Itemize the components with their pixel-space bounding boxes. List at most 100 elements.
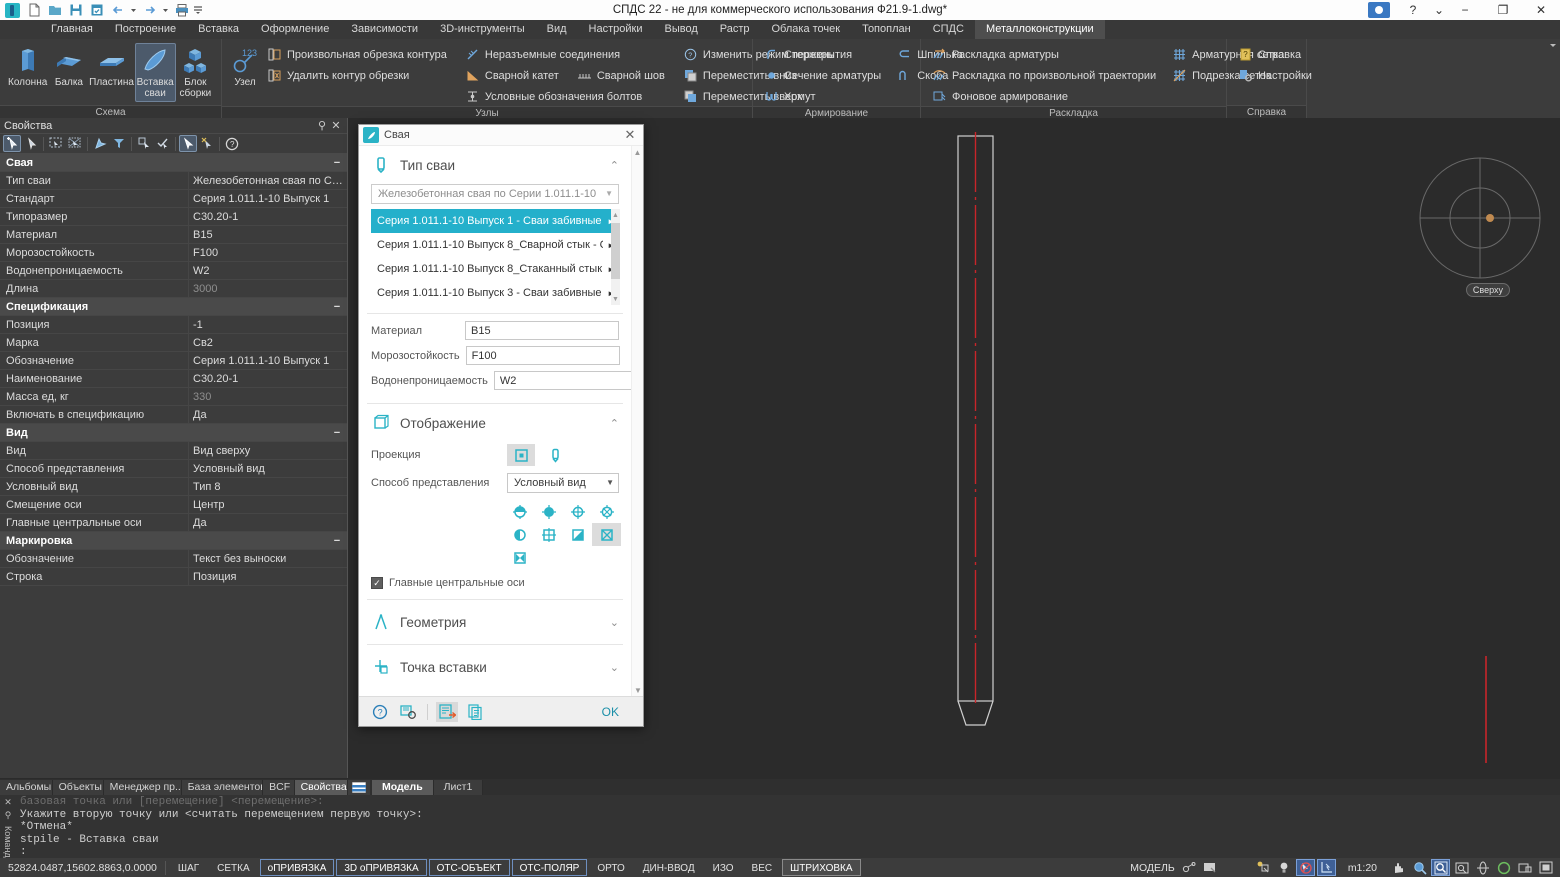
select-pointer-icon[interactable]	[179, 135, 197, 152]
property-group-header[interactable]: Маркировка−	[0, 532, 347, 550]
zoom-extents-icon[interactable]	[1452, 859, 1471, 876]
dialog-settings-icon[interactable]	[397, 702, 419, 722]
property-row[interactable]: ТипоразмерС30.20-1	[0, 208, 347, 226]
view-type-7-icon[interactable]	[563, 523, 592, 546]
view-type-3-icon[interactable]	[563, 500, 592, 523]
view-type-6-icon[interactable]	[534, 523, 563, 546]
print-icon[interactable]	[172, 1, 191, 19]
workspace-icon[interactable]	[1180, 859, 1199, 876]
ribbon-tab-3[interactable]: Оформление	[250, 20, 340, 39]
frost-resistance-input[interactable]	[466, 346, 620, 365]
ribbon-button-help[interactable]: ? Справка	[1233, 45, 1317, 64]
water-resistance-input[interactable]	[494, 371, 631, 390]
zoom-window-icon[interactable]	[1431, 859, 1450, 876]
minimize-button[interactable]: −	[1446, 0, 1484, 20]
scroll-up-icon[interactable]: ▲	[611, 209, 620, 221]
chevron-up-icon[interactable]: ⌃	[610, 159, 619, 172]
ribbon-button-plate[interactable]: Пластина	[89, 43, 135, 91]
status-toggle-6[interactable]: ОРТО	[589, 859, 632, 876]
ribbon-tab-2[interactable]: Вставка	[187, 20, 250, 39]
property-row[interactable]: Тип сваиЖелезобетонная свая по Серии 1..…	[0, 172, 347, 190]
select-checked-icon[interactable]	[154, 135, 172, 152]
select-add-icon[interactable]	[3, 135, 21, 152]
collapse-icon[interactable]: −	[327, 427, 347, 439]
lock-ui-icon[interactable]	[1515, 859, 1534, 876]
property-value[interactable]: Условный вид	[188, 460, 347, 478]
maximize-button[interactable]: ❐	[1484, 0, 1522, 20]
property-row[interactable]: МорозостойкостьF100	[0, 244, 347, 262]
ribbon-button-rebar[interactable]: Стержень	[759, 45, 886, 64]
property-row[interactable]: ОбозначениеСерия 1.011.1-10 Выпуск 1	[0, 352, 347, 370]
deselect-icon[interactable]	[198, 135, 216, 152]
property-value[interactable]: Да	[188, 514, 347, 532]
status-toggle-3[interactable]: 3D оПРИВЯЗКА	[336, 859, 426, 876]
projection-top-icon[interactable]	[507, 444, 535, 466]
select-similar-icon[interactable]	[135, 135, 153, 152]
pile-type-combo[interactable]: Железобетонная свая по Серии 1.011.1-10 …	[371, 184, 619, 204]
dialog-scrollbar[interactable]: ▲ ▼	[631, 146, 643, 696]
fullscreen-icon[interactable]	[1536, 859, 1555, 876]
close-icon[interactable]: ✕	[4, 797, 12, 808]
dock-tab-2[interactable]: Менеджер пр...	[104, 780, 182, 795]
property-row[interactable]: СтандартСерия 1.011.1-10 Выпуск 1	[0, 190, 347, 208]
property-value[interactable]: Тип 8	[188, 478, 347, 496]
layout-icon[interactable]	[348, 780, 370, 795]
property-row[interactable]: ВодонепроницаемостьW2	[0, 262, 347, 280]
property-group-header[interactable]: Спецификация−	[0, 298, 347, 316]
ribbon-button-bolt-symbols[interactable]: Условные обозначения болтов	[460, 87, 670, 106]
property-group-header[interactable]: Вид−	[0, 424, 347, 442]
account-icon[interactable]	[1368, 2, 1390, 18]
dock-tab-5[interactable]: Свойства	[295, 780, 348, 795]
select-arrow-icon[interactable]	[22, 135, 40, 152]
zoom-icon[interactable]	[1410, 859, 1429, 876]
ribbon-button-background-reinforcement[interactable]: Фоновое армирование	[927, 87, 1161, 106]
property-value[interactable]: B15	[188, 226, 347, 244]
dialog-section-geometry[interactable]: Геометрия ⌄	[359, 600, 631, 644]
scroll-up-icon[interactable]: ▲	[632, 146, 643, 158]
ribbon-tab-6[interactable]: Вид	[536, 20, 578, 39]
ribbon-tab-12[interactable]: СПДС	[922, 20, 975, 39]
dock-tab-3[interactable]: База элементов	[182, 780, 264, 795]
copy-icon[interactable]	[464, 702, 486, 722]
ribbon-tab-0[interactable]: Главная	[40, 20, 104, 39]
tab-model[interactable]: Модель	[372, 780, 434, 795]
view-type-9-icon[interactable]	[505, 546, 534, 569]
ribbon-tab-7[interactable]: Настройки	[578, 20, 654, 39]
property-value[interactable]: 3000	[188, 280, 347, 298]
property-row[interactable]: Позиция-1	[0, 316, 347, 334]
pin-icon[interactable]: ⚲	[315, 119, 329, 132]
property-row[interactable]: Главные центральные осиДа	[0, 514, 347, 532]
view-type-1-icon[interactable]	[505, 500, 534, 523]
projection-front-icon[interactable]	[541, 444, 569, 466]
save-icon[interactable]	[66, 1, 85, 19]
property-value[interactable]: Серия 1.011.1-10 Выпуск 1	[188, 352, 347, 370]
property-value[interactable]: С30.20-1	[188, 370, 347, 388]
view-type-8-icon[interactable]	[592, 523, 621, 546]
redo-icon[interactable]	[140, 1, 159, 19]
cursor-restrict-icon[interactable]	[1296, 859, 1315, 876]
orbit-icon[interactable]	[1473, 859, 1492, 876]
quick-select-icon[interactable]	[91, 135, 109, 152]
pile-type-list-item-2[interactable]: Серия 1.011.1-10 Выпуск 8_Стаканный стык…	[371, 257, 619, 281]
ok-button[interactable]: OK	[588, 705, 633, 719]
open-folder-icon[interactable]	[45, 1, 64, 19]
property-value[interactable]: Позиция	[188, 568, 347, 586]
property-group-header[interactable]: Свая−	[0, 154, 347, 172]
ribbon-tab-13[interactable]: Металлоконструкции	[975, 20, 1105, 39]
ribbon-button-weld-leg[interactable]: Сварной катет	[460, 66, 564, 85]
help-icon[interactable]: ?	[223, 135, 241, 152]
checkbox-icon[interactable]: ✓	[371, 577, 383, 589]
property-value[interactable]: Св2	[188, 334, 347, 352]
property-value[interactable]: -1	[188, 316, 347, 334]
collapse-icon[interactable]: −	[327, 157, 347, 169]
ribbon-button-rebar-section[interactable]: Сечение арматуры	[759, 66, 886, 85]
ribbon-tab-8[interactable]: Вывод	[653, 20, 708, 39]
chevron-down-icon[interactable]: ⌄	[610, 616, 619, 629]
material-input[interactable]	[465, 321, 619, 340]
filter-icon[interactable]	[110, 135, 128, 152]
chevron-down-icon[interactable]: ⌄	[610, 661, 619, 674]
ucs-icon[interactable]	[1317, 859, 1336, 876]
property-value[interactable]: Центр	[188, 496, 347, 514]
scroll-down-icon[interactable]: ▼	[632, 684, 643, 696]
view-type-5-icon[interactable]	[505, 523, 534, 546]
